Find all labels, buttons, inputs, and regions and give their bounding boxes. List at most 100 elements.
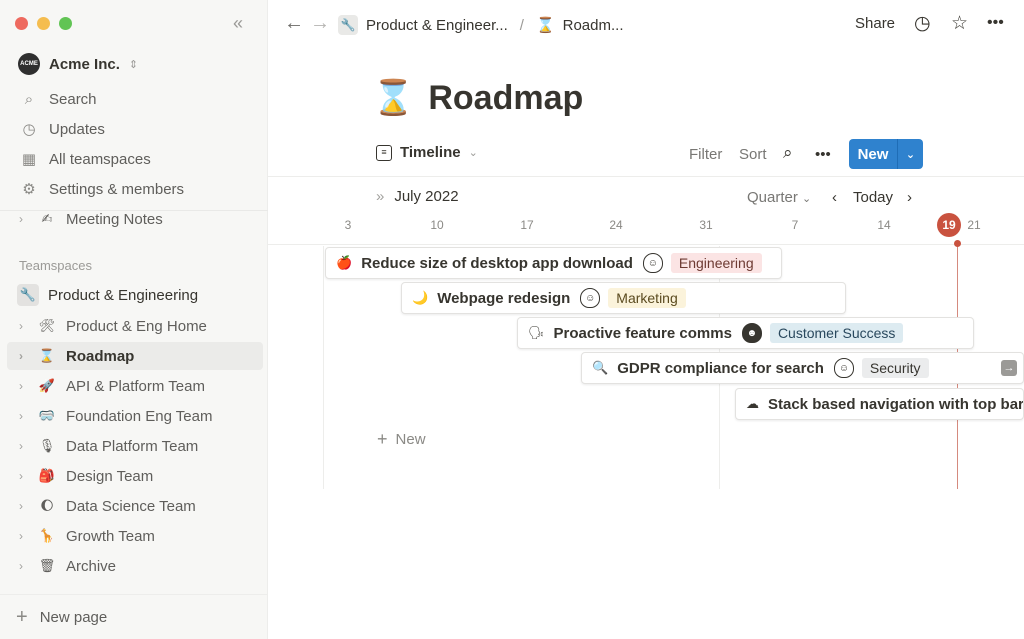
window-controls xyxy=(15,17,72,30)
chevron-right-icon[interactable]: › xyxy=(19,499,33,513)
sidebar-item-all-teamspaces[interactable]: ▦ All teamspaces xyxy=(0,144,268,174)
sidebar-item-foundation-eng-team[interactable]: › 🥽 Foundation Eng Team xyxy=(7,402,263,430)
wrench-icon: 🔧 xyxy=(17,284,39,306)
timeline-card[interactable]: 🌙 Webpage redesign ☺ Marketing xyxy=(401,282,846,314)
today-line-marker xyxy=(954,240,961,247)
day-label: 24 xyxy=(609,218,623,232)
sidebar-item-product-eng-home[interactable]: › 🛠 Product & Eng Home xyxy=(7,312,263,340)
chevron-right-icon[interactable]: › xyxy=(19,439,33,453)
search-icon[interactable]: ⌕ xyxy=(783,143,793,163)
timeline-card[interactable]: ☁ Stack based navigation with top bar xyxy=(735,388,1024,420)
chevron-down-icon: ⌄ xyxy=(468,147,478,159)
sidebar-item-label: All teamspaces xyxy=(49,150,151,168)
timeline-card[interactable]: 🔍 GDPR compliance for search ☺ Security … xyxy=(581,352,1024,384)
wrench-icon: 🔧 xyxy=(338,15,358,35)
filter-button[interactable]: Filter xyxy=(689,146,722,163)
moon-icon: 🌔 xyxy=(40,498,54,513)
sidebar-item-label: Meeting Notes xyxy=(66,210,163,228)
view-selector[interactable]: ≡ Timeline ⌄ xyxy=(376,144,478,161)
more-view-options-button[interactable]: ••• xyxy=(815,146,831,163)
task-name: Proactive feature comms xyxy=(553,324,732,342)
timescale-label: Quarter xyxy=(747,189,798,206)
chevron-right-icon[interactable]: › xyxy=(19,559,33,573)
goggles-icon: 🥽 xyxy=(38,408,56,423)
task-name: Stack based navigation with top bar xyxy=(768,395,1024,413)
add-new-item-button[interactable]: + New xyxy=(377,429,426,450)
chevron-right-icon[interactable]: › xyxy=(19,469,33,483)
back-arrow-icon[interactable]: ← xyxy=(284,12,304,35)
sidebar-item-growth-team[interactable]: › 🦒 Growth Team xyxy=(7,522,263,550)
day-label: 10 xyxy=(430,218,444,232)
expand-sidebar-icon[interactable]: » xyxy=(376,188,384,205)
workspace-switcher[interactable]: ACME Acme Inc. ⇕ xyxy=(18,53,138,75)
teamspace-product-engineering[interactable]: 🔧 Product & Engineering xyxy=(7,281,263,309)
chevron-down-icon: ⌄ xyxy=(802,193,812,205)
more-options-icon[interactable]: ••• xyxy=(987,14,1004,32)
sidebar-item-label: Search xyxy=(49,90,97,108)
page-title[interactable]: Roadmap xyxy=(428,79,583,118)
forward-arrow-icon[interactable]: → xyxy=(310,12,330,35)
sidebar-item-label: Archive xyxy=(66,557,117,575)
sidebar-item-api-platform-team[interactable]: › 🚀 API & Platform Team xyxy=(7,372,263,400)
sidebar-item-updates[interactable]: ◷ Updates xyxy=(0,114,268,144)
workspace-logo: ACME xyxy=(18,53,40,75)
history-icon[interactable]: ◷ xyxy=(914,12,931,35)
tag-badge: Security xyxy=(861,358,929,378)
chevron-right-icon[interactable]: › xyxy=(19,349,33,363)
minimize-window-button[interactable] xyxy=(37,17,50,30)
sidebar: « ACME Acme Inc. ⇕ ⌕ Search ◷ Updates ▦ … xyxy=(0,0,268,639)
sort-button[interactable]: Sort xyxy=(739,146,767,163)
workspace-name: Acme Inc. xyxy=(49,55,120,73)
chevron-right-icon[interactable]: › xyxy=(19,212,33,226)
next-arrow-icon[interactable]: › xyxy=(907,189,912,206)
chevron-down-icon[interactable]: ⌄ xyxy=(898,148,923,161)
timeline-card[interactable]: 🍎 Reduce size of desktop app download ☺ … xyxy=(325,247,782,279)
tag-badge: Marketing xyxy=(608,288,686,308)
day-label: 21 xyxy=(967,218,981,232)
avatar: ☺ xyxy=(642,253,663,273)
chevron-right-icon[interactable]: › xyxy=(19,529,33,543)
task-name: GDPR compliance for search xyxy=(617,359,824,377)
top-bar: ← → 🔧 Product & Engineer... / ⌛ Roadm...… xyxy=(268,0,1024,48)
gear-icon: ⚙ xyxy=(22,181,36,198)
tools-icon: 🛠 xyxy=(38,318,56,333)
day-label: 3 xyxy=(344,218,352,232)
sidebar-item-data-science-team[interactable]: › 🌔 Data Science Team xyxy=(7,492,263,520)
collapse-sidebar-icon[interactable]: « xyxy=(233,13,243,34)
maximize-window-button[interactable] xyxy=(59,17,72,30)
sidebar-item-label: Product & Eng Home xyxy=(66,317,207,335)
new-page-button[interactable]: + New page xyxy=(0,594,268,639)
sidebar-item-label: Growth Team xyxy=(66,527,155,545)
day-label: 17 xyxy=(520,218,534,232)
timeline-month-header: » July 2022 xyxy=(376,188,459,205)
apple-icon: 🍎 xyxy=(336,255,353,270)
star-icon[interactable]: ☆ xyxy=(951,12,968,35)
hourglass-icon[interactable]: ⌛ xyxy=(372,78,414,118)
month-gridline xyxy=(323,246,324,489)
chevron-right-icon[interactable]: › xyxy=(19,379,33,393)
sidebar-item-data-platform-team[interactable]: › 🎙 Data Platform Team xyxy=(7,432,263,460)
close-window-button[interactable] xyxy=(15,17,28,30)
share-button[interactable]: Share xyxy=(855,15,895,32)
breadcrumb-item-product-engineering[interactable]: Product & Engineer... xyxy=(366,17,508,34)
sidebar-item-roadmap[interactable]: › ⌛ Roadmap xyxy=(7,342,263,370)
sidebar-item-search[interactable]: ⌕ Search xyxy=(0,84,268,114)
sidebar-item-design-team[interactable]: › 🎒 Design Team xyxy=(7,462,263,490)
chevron-right-icon[interactable]: › xyxy=(19,319,33,333)
trash-icon: 🗑 xyxy=(38,558,56,573)
sidebar-item-meeting-notes[interactable]: › ✍ Meeting Notes xyxy=(7,205,263,233)
today-button[interactable]: Today xyxy=(853,189,893,206)
timeline-card[interactable]: 🗣 Proactive feature comms ☻ Customer Suc… xyxy=(517,317,974,349)
arrow-right-icon[interactable]: → xyxy=(1001,360,1017,376)
cloud-icon: ☁ xyxy=(746,396,759,411)
breadcrumb-item-roadmap[interactable]: Roadm... xyxy=(563,17,624,34)
previous-arrow-icon[interactable]: ‹ xyxy=(832,189,837,206)
chevron-right-icon[interactable]: › xyxy=(19,409,33,423)
new-item-button[interactable]: New ⌄ xyxy=(849,139,923,169)
sidebar-item-settings[interactable]: ⚙ Settings & members xyxy=(0,174,268,204)
avatar: ☺ xyxy=(833,358,854,378)
sidebar-item-archive[interactable]: › 🗑 Archive xyxy=(7,552,263,580)
clock-icon: ◷ xyxy=(22,121,36,138)
timescale-select[interactable]: Quarter ⌄ xyxy=(747,189,811,206)
new-page-label: New page xyxy=(39,608,108,626)
